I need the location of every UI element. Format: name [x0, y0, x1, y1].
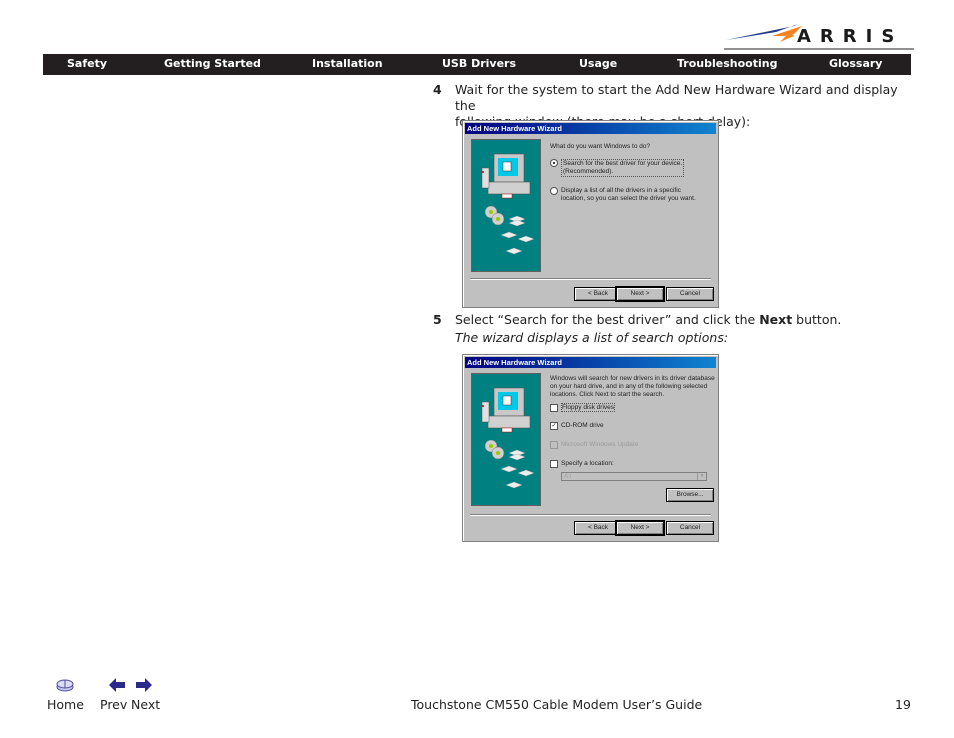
- dropdown-arrow-icon: ▼: [697, 473, 706, 480]
- wizard-question: What do you want Windows to do?: [550, 143, 651, 150]
- next-button[interactable]: Next >: [615, 520, 665, 536]
- page-number: 19: [895, 697, 911, 712]
- checkbox-cdrom[interactable]: ✓ CD-ROM drive: [550, 422, 604, 430]
- nav-glossary[interactable]: Glossary: [829, 57, 882, 70]
- computer-illustration: [471, 139, 541, 272]
- step-5-text: Select “Search for the best driver” and …: [455, 312, 842, 327]
- brand-name: ARRIS: [797, 26, 904, 47]
- step-4-number: 4: [433, 82, 442, 97]
- option-search-best-driver[interactable]: Search for the best driver for your devi…: [550, 159, 685, 177]
- computer-hardware-icon: [481, 387, 535, 489]
- radio-selected-icon[interactable]: [550, 159, 558, 167]
- top-navigation-bar: Safety Getting Started Installation USB …: [43, 54, 911, 75]
- disks-icon: [484, 205, 535, 255]
- step-5-number: 5: [433, 312, 442, 327]
- option-display-label: Display a list of all the drivers in a s…: [561, 187, 696, 202]
- checkbox-specify-location[interactable]: Specify a location:: [550, 460, 614, 468]
- back-button[interactable]: < Back: [574, 521, 622, 535]
- wizard-intro: Windows will search for new drivers in i…: [550, 375, 715, 398]
- cancel-button[interactable]: Cancel: [666, 287, 714, 301]
- nav-installation[interactable]: Installation: [312, 57, 383, 70]
- separator: [470, 514, 711, 516]
- checkbox-checked-icon[interactable]: ✓: [550, 422, 558, 430]
- nav-usage[interactable]: Usage: [579, 57, 617, 70]
- wizard-screenshot-1: Add New Hardware Wizard What do you want…: [462, 120, 719, 308]
- separator: [470, 278, 711, 280]
- next-arrow-icon[interactable]: [136, 678, 152, 692]
- location-combo: A:\ ▼: [561, 472, 707, 481]
- next-link[interactable]: Next: [131, 697, 160, 712]
- checkbox-floppy[interactable]: Floppy disk drives: [550, 403, 616, 412]
- step-5-result: The wizard displays a list of search opt…: [455, 330, 729, 345]
- next-button[interactable]: Next >: [615, 286, 665, 302]
- prev-link[interactable]: Prev: [100, 697, 127, 712]
- nav-usb-drivers[interactable]: USB Drivers: [442, 57, 516, 70]
- computer-illustration: [471, 373, 541, 506]
- checkbox-unchecked-icon[interactable]: [550, 404, 558, 412]
- option-search-label: Search for the best driver for your devi…: [561, 159, 685, 177]
- document-title: Touchstone CM550 Cable Modem User’s Guid…: [411, 697, 703, 712]
- wizard-screenshot-2: Add New Hardware Wizard Windows will sea…: [462, 354, 719, 542]
- wizard-title: Add New Hardware Wizard: [465, 357, 716, 368]
- nav-safety[interactable]: Safety: [67, 57, 107, 70]
- nav-getting-started[interactable]: Getting Started: [164, 57, 261, 70]
- checkbox-unchecked-icon[interactable]: [550, 460, 558, 468]
- checkbox-disabled-icon: [550, 441, 558, 449]
- step-4-line1: Wait for the system to start the Add New…: [455, 82, 898, 113]
- home-link[interactable]: Home: [47, 697, 84, 712]
- prev-arrow-icon[interactable]: [109, 678, 125, 692]
- cancel-button[interactable]: Cancel: [666, 521, 714, 535]
- option-display-list[interactable]: Display a list of all the drivers in a s…: [550, 187, 696, 203]
- nav-troubleshooting[interactable]: Troubleshooting: [677, 57, 777, 70]
- radio-unselected-icon[interactable]: [550, 187, 558, 195]
- checkbox-windows-update: Microsoft Windows Update: [550, 441, 638, 449]
- browse-button: Browse...: [666, 488, 714, 502]
- home-icon[interactable]: [56, 678, 74, 692]
- back-button[interactable]: < Back: [574, 287, 622, 301]
- wizard-title: Add New Hardware Wizard: [465, 123, 716, 134]
